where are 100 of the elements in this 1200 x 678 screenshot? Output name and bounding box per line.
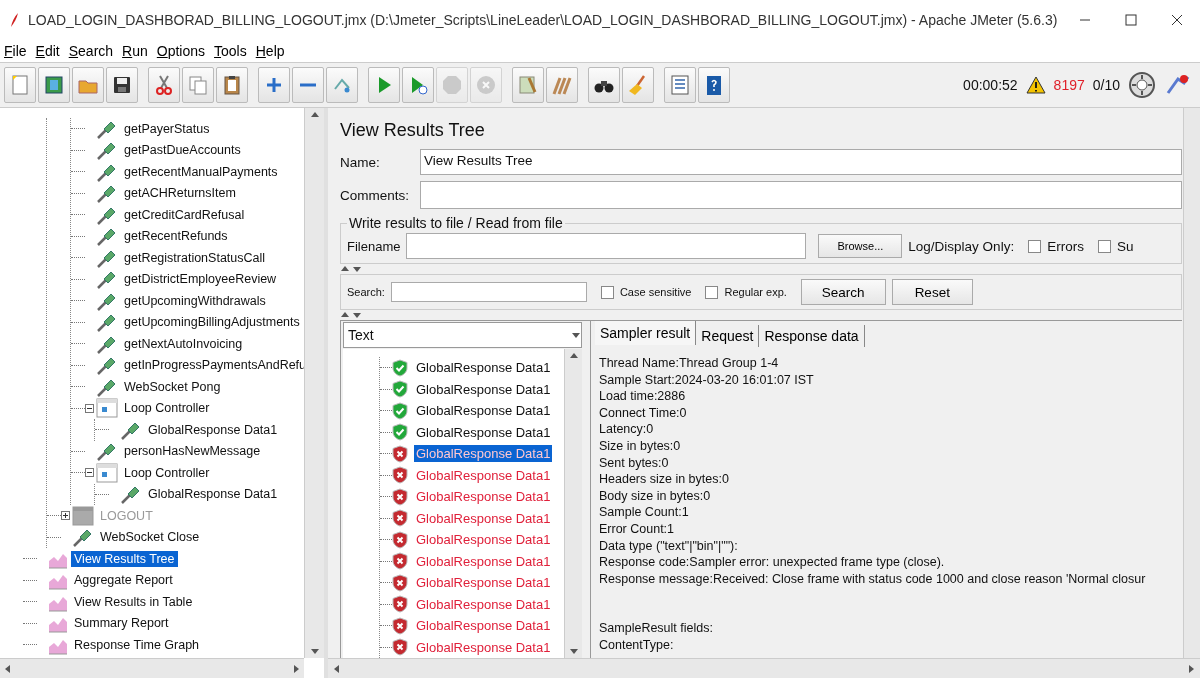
result-line: Sample Start:2024-03-20 16:01:07 IST	[599, 371, 815, 389]
toolbar-button[interactable]	[588, 67, 620, 103]
dropdown-arrow-icon[interactable]	[571, 330, 581, 340]
scrollbar[interactable]	[328, 658, 1200, 678]
split-up-icon[interactable]	[340, 310, 350, 320]
result-item[interactable]: GlobalResponse Data1	[414, 423, 553, 441]
result-item[interactable]: GlobalResponse Data1	[414, 617, 553, 635]
scroll-down-icon[interactable]	[568, 646, 579, 656]
scrollbar[interactable]	[304, 108, 324, 658]
scrollbar[interactable]	[564, 349, 582, 658]
result-item[interactable]: GlobalResponse Data1	[414, 488, 553, 506]
menu-item[interactable]: Tools	[210, 40, 252, 62]
tree-item[interactable]: Response Time Graph	[71, 636, 203, 653]
controller-icon	[96, 462, 118, 483]
scrollbar[interactable]	[0, 658, 304, 678]
result-item[interactable]: GlobalResponse Data1	[414, 466, 553, 484]
result-item[interactable]: GlobalResponse Data1	[414, 574, 553, 592]
tree-item[interactable]: getUpcomingWithdrawals	[121, 292, 269, 309]
menu-item[interactable]: Options	[152, 40, 211, 62]
collapse-icon[interactable]	[85, 403, 94, 413]
search-field[interactable]	[390, 282, 587, 302]
tree-item[interactable]: WebSocket Close	[97, 529, 203, 546]
menu-item[interactable]: Help	[251, 40, 290, 62]
tree-item[interactable]: getNextAutoInvoicing	[121, 335, 246, 352]
minus-icon	[300, 83, 316, 87]
split-up-icon[interactable]	[340, 264, 350, 274]
error-shield-icon	[392, 487, 408, 506]
split-down-icon[interactable]	[352, 264, 362, 274]
tab[interactable]: Request	[696, 325, 760, 347]
result-line: Headers size in bytes:0	[599, 471, 730, 488]
indicator-icon	[1128, 71, 1156, 99]
scroll-up-icon[interactable]	[309, 110, 320, 120]
tree-item[interactable]: View Results Tree	[71, 550, 178, 567]
scroll-right-icon[interactable]	[1186, 663, 1196, 674]
tab[interactable]: Response data	[759, 325, 865, 347]
result-line: Sample Count:1	[599, 504, 690, 521]
result-item[interactable]: GlobalResponse Data1	[414, 552, 553, 570]
tab[interactable]: Sampler result	[595, 321, 697, 345]
tree-item[interactable]: Aggregate Report	[71, 572, 176, 589]
tree-item[interactable]: personHasNewMessage	[121, 443, 264, 460]
scroll-right-icon[interactable]	[291, 663, 301, 674]
result-line: Error Count:1	[599, 520, 676, 538]
toolbar-button[interactable]	[698, 67, 730, 103]
tree-item[interactable]: Summary Report	[71, 615, 172, 632]
result-item[interactable]: GlobalResponse Data1	[414, 359, 553, 377]
checkbox[interactable]	[705, 285, 719, 299]
menu-item[interactable]: File	[0, 40, 32, 62]
renderer-dropdown[interactable]: Text	[343, 322, 582, 348]
toolbar-button[interactable]	[106, 67, 138, 103]
scroll-down-icon[interactable]	[309, 646, 320, 656]
browse-button[interactable]: Browse...	[818, 234, 903, 258]
field-label: Log/Display Only:	[908, 238, 1015, 254]
result-item[interactable]: GlobalResponse Data1	[414, 595, 553, 613]
checkbox[interactable]	[1097, 239, 1111, 253]
split-down-icon[interactable]	[352, 310, 362, 320]
new-file-icon	[9, 74, 31, 96]
menu-item[interactable]: Run	[118, 40, 153, 62]
warning-icon[interactable]	[1025, 76, 1046, 94]
pipette-icon	[96, 140, 118, 161]
tree-item[interactable]: getRegistrationStatusCall	[121, 249, 269, 266]
tree-item[interactable]: Loop Controller	[121, 400, 213, 417]
result-item[interactable]: GlobalResponse Data1	[414, 380, 553, 398]
tree-item[interactable]: Loop Controller	[121, 464, 213, 481]
scroll-left-icon[interactable]	[3, 663, 13, 674]
tree-item[interactable]: getACHReturnsItem	[121, 185, 239, 202]
reset-button[interactable]: Reset	[891, 279, 973, 305]
scroll-left-icon[interactable]	[332, 663, 342, 674]
result-item[interactable]: GlobalResponse Data1	[414, 509, 553, 527]
result-item[interactable]: GlobalResponse Data1	[414, 531, 553, 549]
tree-item[interactable]: GlobalResponse Data1	[145, 421, 281, 438]
tree-item[interactable]: getPayerStatus	[121, 120, 213, 137]
comments-field[interactable]	[420, 181, 1182, 209]
menu-item[interactable]: Search	[64, 40, 119, 62]
pipette-icon	[96, 183, 118, 204]
success-shield-icon	[392, 401, 408, 420]
result-item[interactable]: GlobalResponse Data1	[414, 402, 553, 420]
tree-item[interactable]: View Results in Table	[71, 593, 196, 610]
scroll-up-icon[interactable]	[568, 351, 579, 361]
checkbox[interactable]	[600, 285, 614, 299]
tree-item[interactable]: getPastDueAccounts	[121, 142, 244, 159]
scrollbar[interactable]	[1183, 108, 1200, 658]
tree-item[interactable]: getUpcomingBillingAdjustments	[121, 314, 303, 331]
filename-field[interactable]	[406, 233, 807, 259]
error-shield-icon	[392, 595, 408, 614]
result-item[interactable]: GlobalResponse Data1	[414, 638, 553, 656]
group-title: Write results to file / Read from file	[348, 215, 564, 231]
checkbox[interactable]	[1028, 239, 1042, 253]
tree-item[interactable]: GlobalResponse Data1	[145, 486, 281, 503]
result-item[interactable]: GlobalResponse Data1	[414, 445, 553, 463]
panel-title: View Results Tree	[340, 120, 486, 141]
search-button[interactable]: Search	[800, 279, 886, 305]
tree-item[interactable]: getRecentRefunds	[121, 228, 231, 245]
stop-icon	[441, 74, 463, 96]
tree-item[interactable]: getRecentManualPayments	[121, 163, 281, 180]
menu-item[interactable]: Edit	[31, 40, 65, 62]
collapse-icon[interactable]	[85, 468, 94, 478]
name-field[interactable]: View Results Tree	[420, 149, 1182, 175]
tree-item[interactable]: getDistrictEmployeeReview	[121, 271, 280, 288]
tree-item[interactable]: getCreditCardRefusal	[121, 206, 248, 223]
tree-item[interactable]: WebSocket Pong	[121, 378, 224, 395]
